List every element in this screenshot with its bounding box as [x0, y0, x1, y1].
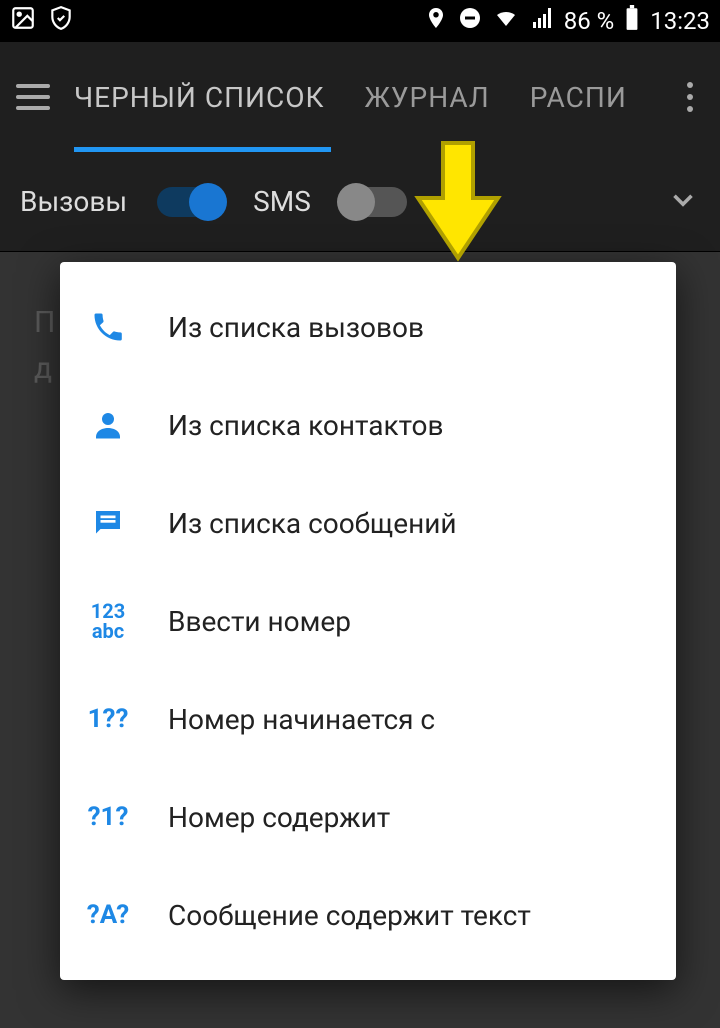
- battery-icon: [624, 5, 640, 37]
- menu-item-message-contains[interactable]: ?A? Сообщение содержит текст: [60, 866, 676, 964]
- keyboard-icon: 123abc: [84, 597, 132, 645]
- menu-item-label: Из списка вызовов: [168, 311, 424, 344]
- toggle-row: Вызовы SMS: [0, 152, 720, 252]
- sms-toggle-label: SMS: [253, 185, 311, 218]
- battery-percent: 86 %: [564, 7, 615, 35]
- menu-item-contains[interactable]: ?1? Номер содержит: [60, 768, 676, 866]
- tab-label: ЖУРНАЛ: [365, 81, 490, 114]
- background-hint-text: П д: [34, 300, 55, 392]
- tab-blacklist[interactable]: ЧЕРНЫЙ СПИСОК: [74, 42, 325, 152]
- status-bar: 86 % 13:23: [0, 0, 720, 42]
- signal-icon: [530, 6, 554, 36]
- text-contains-icon: ?A?: [84, 891, 132, 939]
- app-bar: ЧЕРНЫЙ СПИСОК ЖУРНАЛ РАСПИ: [0, 42, 720, 152]
- menu-item-starts-with[interactable]: 1?? Номер начинается с: [60, 670, 676, 768]
- menu-item-label: Из списка контактов: [168, 409, 444, 442]
- overflow-menu-button[interactable]: [672, 82, 708, 112]
- expand-chevron-icon[interactable]: [666, 183, 700, 221]
- menu-item-from-calls[interactable]: Из списка вызовов: [60, 278, 676, 376]
- shield-icon: [48, 5, 74, 37]
- status-right: 86 % 13:23: [424, 5, 710, 37]
- location-icon: [424, 6, 448, 36]
- menu-item-label: Номер содержит: [168, 801, 390, 834]
- status-left: [10, 5, 74, 37]
- tab-schedule[interactable]: РАСПИ: [530, 42, 627, 152]
- starts-with-icon: 1??: [84, 695, 132, 743]
- tabs: ЧЕРНЫЙ СПИСОК ЖУРНАЛ РАСПИ: [74, 42, 652, 152]
- tab-journal[interactable]: ЖУРНАЛ: [365, 42, 490, 152]
- calls-toggle-label: Вызовы: [20, 185, 127, 218]
- menu-item-from-messages[interactable]: Из списка сообщений: [60, 474, 676, 572]
- menu-item-enter-number[interactable]: 123abc Ввести номер: [60, 572, 676, 670]
- calls-toggle[interactable]: [157, 187, 223, 217]
- wifi-icon: [492, 6, 520, 36]
- contains-icon: ?1?: [84, 793, 132, 841]
- hamburger-menu-button[interactable]: [12, 76, 54, 118]
- tab-label: РАСПИ: [530, 81, 627, 114]
- menu-item-label: Сообщение содержит текст: [168, 899, 531, 932]
- menu-item-label: Из списка сообщений: [168, 507, 457, 540]
- menu-item-from-contacts[interactable]: Из списка контактов: [60, 376, 676, 474]
- image-icon: [10, 5, 36, 37]
- dnd-icon: [458, 6, 482, 36]
- menu-item-label: Номер начинается с: [168, 703, 435, 736]
- person-icon: [84, 401, 132, 449]
- message-icon: [84, 499, 132, 547]
- menu-item-label: Ввести номер: [168, 605, 351, 638]
- clock: 13:23: [650, 7, 710, 35]
- tab-label: ЧЕРНЫЙ СПИСОК: [74, 81, 325, 114]
- add-source-dialog: Из списка вызовов Из списка контактов Из…: [60, 262, 676, 980]
- sms-toggle[interactable]: [341, 187, 407, 217]
- phone-icon: [84, 303, 132, 351]
